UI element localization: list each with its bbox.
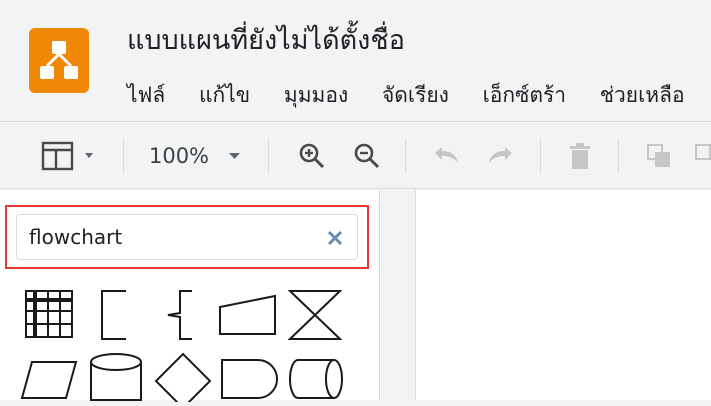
close-icon	[327, 230, 343, 246]
search-highlight-frame	[5, 205, 369, 269]
decision-diamond-shape[interactable]	[154, 352, 212, 406]
menu-help[interactable]: ช่วยเหลือ	[600, 81, 685, 109]
zoom-out-icon	[354, 143, 380, 169]
zoom-in-icon	[299, 143, 325, 169]
to-back-icon	[695, 144, 711, 160]
redo-icon	[489, 147, 512, 163]
menu-bar: ไฟล์ แก้ไข มุมมอง จัดเรียง เอ็กซ์ตร้า ช่…	[127, 81, 711, 111]
toolbar-separator	[123, 139, 124, 173]
zoom-out-button[interactable]	[350, 122, 384, 190]
format-panel-icon	[41, 141, 93, 171]
toolbar: 100%	[0, 121, 711, 189]
to-front-button[interactable]	[642, 122, 676, 190]
zoom-dropdown[interactable]: 100%	[144, 122, 252, 190]
clear-search-button[interactable]	[325, 228, 345, 248]
trash-icon	[570, 143, 590, 169]
menu-arrange[interactable]: จัดเรียง	[382, 81, 449, 109]
annotation-curly-shape[interactable]	[162, 289, 198, 345]
shapes-sidebar	[0, 190, 380, 406]
toolbar-separator	[405, 139, 406, 173]
annotation-bracket-shape[interactable]	[98, 289, 132, 345]
zoom-in-button[interactable]	[295, 122, 329, 190]
menu-file[interactable]: ไฟล์	[127, 81, 165, 109]
diagram-canvas[interactable]	[415, 190, 711, 400]
toolbar-separator	[540, 139, 541, 173]
search-box	[16, 214, 358, 260]
undo-icon	[435, 147, 458, 163]
undo-button[interactable]	[428, 122, 464, 190]
sidebar-splitter[interactable]	[380, 190, 415, 400]
drawio-logo-icon[interactable]	[29, 28, 89, 93]
shape-search-input[interactable]	[29, 223, 319, 251]
zoom-value: 100%	[148, 144, 210, 168]
manual-input-shape[interactable]	[218, 293, 278, 341]
toolbar-separator	[268, 139, 269, 173]
toolbar-separator	[618, 139, 619, 173]
data-parallelogram-shape[interactable]	[20, 360, 78, 404]
collate-shape[interactable]	[287, 289, 343, 345]
format-panel-button[interactable]	[36, 122, 104, 190]
to-front-icon	[647, 144, 670, 167]
delay-shape[interactable]	[220, 358, 280, 404]
app-header: แบบแผนที่ยังไม่ได้ตั้งชื่อ ไฟล์ แก้ไข มุ…	[0, 0, 711, 120]
delete-button[interactable]	[563, 122, 597, 190]
menu-view[interactable]: มุมมอง	[284, 81, 348, 109]
document-title[interactable]: แบบแผนที่ยังไม่ได้ตั้งชื่อ	[127, 24, 405, 58]
internal-storage-shape[interactable]	[24, 289, 74, 343]
menu-edit[interactable]: แก้ไข	[199, 81, 250, 109]
chevron-down-icon	[229, 153, 241, 159]
redo-button[interactable]	[483, 122, 519, 190]
to-back-button[interactable]	[690, 122, 711, 190]
direct-access-storage-shape[interactable]	[288, 358, 346, 404]
database-cylinder-shape[interactable]	[88, 352, 144, 406]
menu-extras[interactable]: เอ็กซ์ตร้า	[483, 81, 566, 109]
